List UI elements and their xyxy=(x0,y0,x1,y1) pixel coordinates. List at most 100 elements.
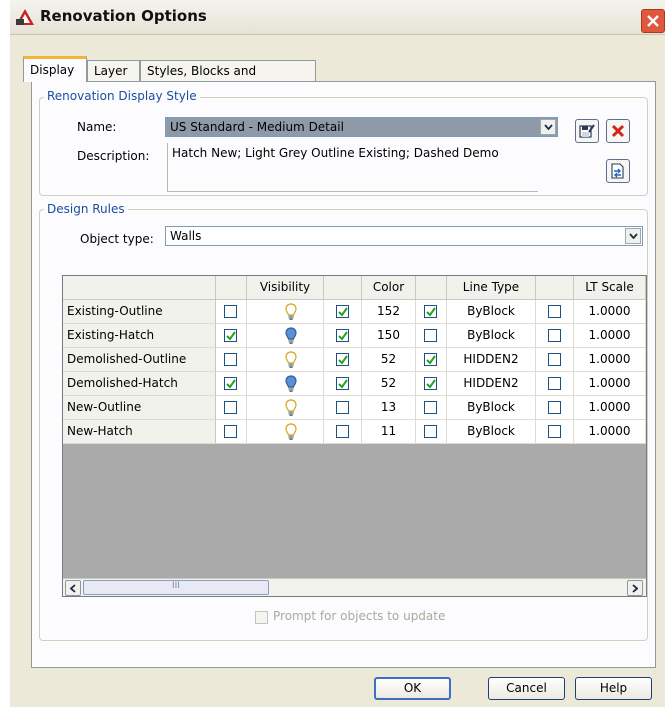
lightbulb-off-icon[interactable] xyxy=(285,399,297,417)
visibility-cell[interactable] xyxy=(247,324,324,348)
visibility-cell[interactable] xyxy=(247,300,324,324)
color-override-checkbox[interactable] xyxy=(336,425,349,438)
visibility-override-checkbox[interactable] xyxy=(224,401,237,414)
object-type-combo[interactable]: Walls xyxy=(165,226,643,246)
linetype-override-checkbox[interactable] xyxy=(424,305,437,318)
linetype-override-checkbox[interactable] xyxy=(424,425,437,438)
color-override-checkbox[interactable] xyxy=(336,401,349,414)
tab-styles-blocks-materials[interactable]: Styles, Blocks and Materials xyxy=(140,60,316,99)
tab-display[interactable]: Display xyxy=(23,56,87,82)
linetype-toggle-cell[interactable] xyxy=(416,300,447,324)
color-override-checkbox[interactable] xyxy=(336,329,349,342)
ok-button[interactable]: OK xyxy=(374,677,451,700)
lightbulb-off-icon[interactable] xyxy=(285,303,297,321)
linetype-toggle-cell[interactable] xyxy=(416,420,447,444)
visibility-toggle-cell[interactable] xyxy=(216,348,247,372)
table-row[interactable]: New-Hatch 11 ByBlock 1.0000 xyxy=(63,420,646,444)
table-row[interactable]: Existing-Hatch 150 ByBlock 1.0000 xyxy=(63,324,646,348)
visibility-toggle-cell[interactable] xyxy=(216,300,247,324)
color-cell[interactable]: 152 xyxy=(362,300,416,324)
visibility-override-checkbox[interactable] xyxy=(224,305,237,318)
save-style-button[interactable] xyxy=(575,119,599,143)
visibility-override-checkbox[interactable] xyxy=(224,329,237,342)
color-cell[interactable]: 150 xyxy=(362,324,416,348)
help-button[interactable]: Help xyxy=(575,677,652,700)
table-row[interactable]: Demolished-Outline 52 HIDDEN2 1.0000 xyxy=(63,348,646,372)
visibility-override-checkbox[interactable] xyxy=(224,425,237,438)
line-type-cell[interactable]: HIDDEN2 xyxy=(447,372,536,396)
line-type-cell[interactable]: ByBlock xyxy=(447,420,536,444)
visibility-cell[interactable] xyxy=(247,372,324,396)
color-toggle-cell[interactable] xyxy=(324,324,362,348)
visibility-toggle-cell[interactable] xyxy=(216,420,247,444)
line-type-cell[interactable]: HIDDEN2 xyxy=(447,348,536,372)
horizontal-scrollbar[interactable]: III xyxy=(63,578,646,596)
line-type-cell[interactable]: ByBlock xyxy=(447,396,536,420)
linetype-override-checkbox[interactable] xyxy=(424,329,437,342)
table-row[interactable]: New-Outline 13 ByBlock 1.0000 xyxy=(63,396,646,420)
column-header-visibility[interactable]: Visibility xyxy=(247,276,324,300)
visibility-override-checkbox[interactable] xyxy=(224,377,237,390)
color-cell[interactable]: 52 xyxy=(362,372,416,396)
scroll-thumb[interactable]: III xyxy=(83,580,269,595)
ltscale-override-checkbox[interactable] xyxy=(548,377,561,390)
column-header-lt-scale[interactable]: LT Scale xyxy=(574,276,646,300)
color-cell[interactable]: 11 xyxy=(362,420,416,444)
ltscale-toggle-cell[interactable] xyxy=(536,300,574,324)
ltscale-toggle-cell[interactable] xyxy=(536,372,574,396)
column-header[interactable] xyxy=(416,276,447,300)
column-header[interactable] xyxy=(324,276,362,300)
column-header-color[interactable]: Color xyxy=(362,276,416,300)
lt-scale-cell[interactable]: 1.0000 xyxy=(574,300,646,324)
linetype-toggle-cell[interactable] xyxy=(416,324,447,348)
column-header-line-type[interactable]: Line Type xyxy=(447,276,536,300)
ltscale-toggle-cell[interactable] xyxy=(536,348,574,372)
color-cell[interactable]: 13 xyxy=(362,396,416,420)
prompt-checkbox[interactable] xyxy=(255,611,268,624)
visibility-toggle-cell[interactable] xyxy=(216,396,247,420)
line-type-cell[interactable]: ByBlock xyxy=(447,300,536,324)
lt-scale-cell[interactable]: 1.0000 xyxy=(574,420,646,444)
ltscale-override-checkbox[interactable] xyxy=(548,329,561,342)
ltscale-toggle-cell[interactable] xyxy=(536,420,574,444)
close-button[interactable] xyxy=(641,9,665,33)
linetype-toggle-cell[interactable] xyxy=(416,396,447,420)
color-toggle-cell[interactable] xyxy=(324,300,362,324)
ltscale-toggle-cell[interactable] xyxy=(536,324,574,348)
scroll-right-button[interactable] xyxy=(627,580,643,596)
ltscale-override-checkbox[interactable] xyxy=(548,401,561,414)
linetype-toggle-cell[interactable] xyxy=(416,348,447,372)
lightbulb-off-icon[interactable] xyxy=(285,423,297,441)
lightbulb-on-icon[interactable] xyxy=(285,327,297,345)
lt-scale-cell[interactable]: 1.0000 xyxy=(574,372,646,396)
visibility-cell[interactable] xyxy=(247,348,324,372)
color-toggle-cell[interactable] xyxy=(324,420,362,444)
object-type-dropdown-button[interactable] xyxy=(625,228,641,244)
name-combo[interactable]: US Standard - Medium Detail xyxy=(165,117,558,137)
lt-scale-cell[interactable]: 1.0000 xyxy=(574,396,646,420)
color-override-checkbox[interactable] xyxy=(336,377,349,390)
column-header[interactable] xyxy=(536,276,574,300)
color-override-checkbox[interactable] xyxy=(336,353,349,366)
linetype-override-checkbox[interactable] xyxy=(424,377,437,390)
delete-style-button[interactable] xyxy=(606,119,630,143)
line-type-cell[interactable]: ByBlock xyxy=(447,324,536,348)
lt-scale-cell[interactable]: 1.0000 xyxy=(574,324,646,348)
table-row[interactable]: Existing-Outline 152 ByBlock 1.0000 xyxy=(63,300,646,324)
cancel-button[interactable]: Cancel xyxy=(488,677,565,700)
linetype-override-checkbox[interactable] xyxy=(424,401,437,414)
visibility-override-checkbox[interactable] xyxy=(224,353,237,366)
color-cell[interactable]: 52 xyxy=(362,348,416,372)
linetype-override-checkbox[interactable] xyxy=(424,353,437,366)
visibility-toggle-cell[interactable] xyxy=(216,372,247,396)
tab-layer[interactable]: Layer xyxy=(87,60,140,81)
design-rules-grid[interactable]: Visibility Color Line Type LT Scale Exis… xyxy=(62,275,647,597)
ltscale-toggle-cell[interactable] xyxy=(536,396,574,420)
lightbulb-off-icon[interactable] xyxy=(285,351,297,369)
ltscale-override-checkbox[interactable] xyxy=(548,353,561,366)
table-row[interactable]: Demolished-Hatch 52 HIDDEN2 1.0000 xyxy=(63,372,646,396)
column-header[interactable] xyxy=(216,276,247,300)
visibility-cell[interactable] xyxy=(247,396,324,420)
name-dropdown-button[interactable] xyxy=(540,119,556,135)
color-toggle-cell[interactable] xyxy=(324,396,362,420)
